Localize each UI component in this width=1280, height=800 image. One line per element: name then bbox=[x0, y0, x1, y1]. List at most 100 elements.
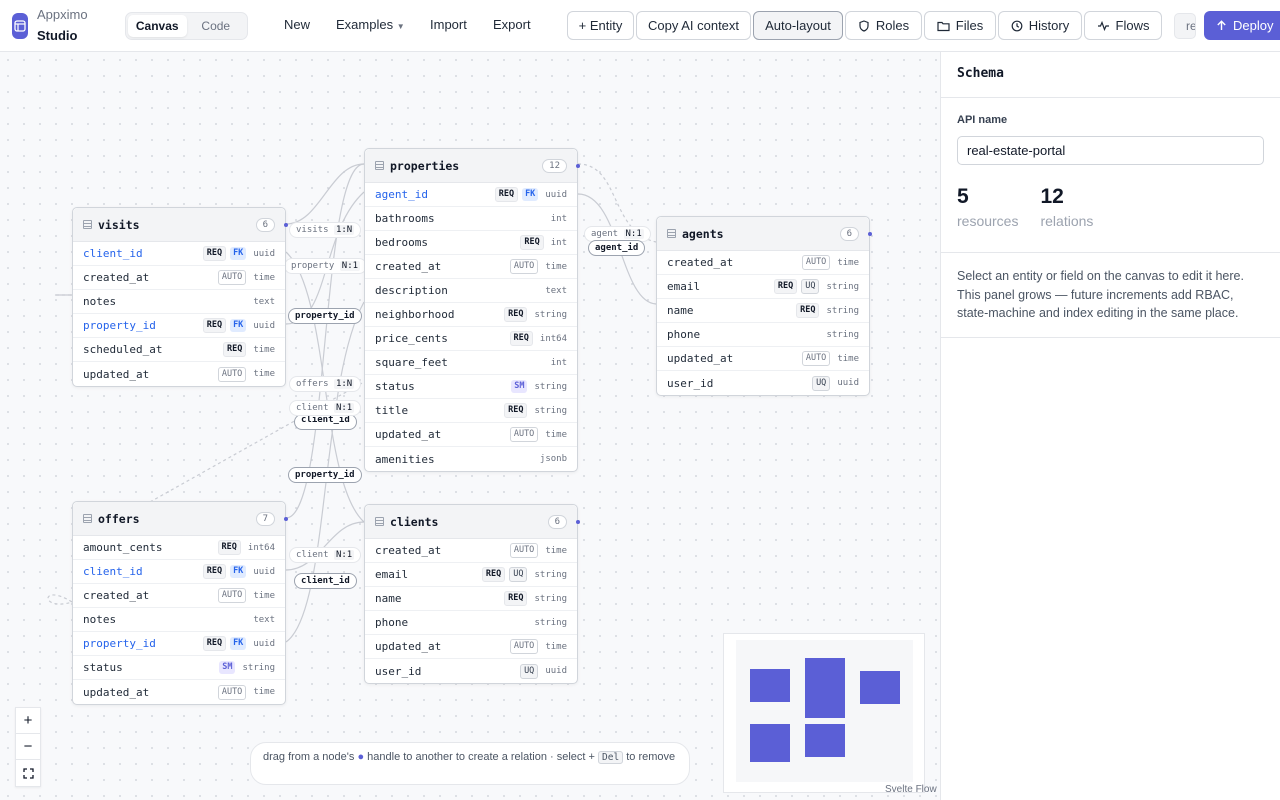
field-tag-sm: SM bbox=[511, 380, 528, 393]
entity-node-offers[interactable]: offers 7 amount_cents REQ int64 client_id RE… bbox=[72, 501, 288, 705]
field-type: int64 bbox=[247, 542, 275, 553]
code-view-button[interactable]: Code bbox=[187, 15, 246, 37]
field-row[interactable]: status SM string bbox=[365, 375, 577, 399]
field-row[interactable]: name REQ string bbox=[657, 299, 869, 323]
field-row[interactable]: phone string bbox=[657, 323, 869, 347]
api-name-input[interactable] bbox=[957, 136, 1264, 165]
field-row[interactable]: updated_at AUTO time bbox=[73, 362, 285, 386]
edge-label-client-2[interactable]: client N:1 bbox=[289, 547, 362, 563]
field-row[interactable]: client_id REQ FK uuid bbox=[73, 560, 285, 584]
entity-node-visits[interactable]: visits 6 client_id REQ FK uuid created_at AUT… bbox=[72, 207, 288, 387]
entity-header[interactable]: clients 6 bbox=[365, 505, 580, 539]
field-row[interactable]: property_id REQ FK uuid bbox=[73, 314, 285, 338]
minimap[interactable] bbox=[723, 633, 925, 793]
field-row[interactable]: price_cents REQ int64 bbox=[365, 327, 577, 351]
field-tag-auto: AUTO bbox=[801, 255, 831, 270]
fk-label-property-id-1[interactable]: property_id bbox=[288, 308, 362, 324]
zoom-out-button[interactable]: − bbox=[16, 734, 40, 760]
connection-handle[interactable] bbox=[284, 223, 288, 227]
schema-canvas[interactable]: visits 1:N property N:1 property_id offe… bbox=[0, 52, 940, 800]
field-tag-fk: FK bbox=[230, 565, 247, 578]
field-row[interactable]: square_feet int bbox=[365, 351, 577, 375]
entity-node-agents[interactable]: agents 6 created_at AUTO time email REQ UQ str… bbox=[656, 216, 872, 396]
fit-view-button[interactable] bbox=[16, 760, 40, 786]
field-row[interactable]: notes text bbox=[73, 290, 285, 314]
fk-label-client-id-2[interactable]: client_id bbox=[294, 573, 357, 589]
connection-handle[interactable] bbox=[576, 164, 580, 168]
field-row[interactable]: phone string bbox=[365, 611, 577, 635]
entity-node-clients[interactable]: clients 6 created_at AUTO time email REQ UQ st… bbox=[364, 504, 580, 684]
field-row[interactable]: status SM string bbox=[73, 656, 285, 680]
entity-header[interactable]: visits 6 bbox=[73, 208, 288, 242]
zoom-in-button[interactable]: + bbox=[16, 708, 40, 734]
fk-label-agent-id[interactable]: agent_id bbox=[588, 240, 646, 256]
field-row[interactable]: created_at AUTO time bbox=[657, 251, 869, 275]
field-row[interactable]: property_id REQ FK uuid bbox=[73, 632, 285, 656]
clock-icon bbox=[1011, 20, 1023, 31]
field-row[interactable]: amount_cents REQ int64 bbox=[73, 536, 285, 560]
field-row[interactable]: neighborhood REQ string bbox=[365, 303, 577, 327]
field-row[interactable]: email REQ UQ string bbox=[657, 275, 869, 299]
connection-handle[interactable] bbox=[284, 517, 288, 521]
field-row[interactable]: amenities jsonb bbox=[365, 447, 577, 471]
fk-label-property-id-2[interactable]: property_id bbox=[288, 467, 362, 483]
field-row[interactable]: email REQ UQ string bbox=[365, 563, 577, 587]
fk-label-client-id-1[interactable]: client_id bbox=[294, 414, 357, 430]
roles-label: Roles bbox=[875, 18, 910, 33]
entity-node-properties[interactable]: properties 12 agent_id REQ FK uuid bathrooms… bbox=[364, 148, 580, 472]
field-row[interactable]: updated_at AUTO time bbox=[365, 423, 577, 447]
copy-ai-context-button[interactable]: Copy AI context bbox=[636, 11, 751, 40]
field-row[interactable]: notes text bbox=[73, 608, 285, 632]
field-row[interactable]: user_id UQ uuid bbox=[365, 659, 577, 683]
edge-label-client-1[interactable]: client N:1 bbox=[289, 400, 362, 416]
field-row[interactable]: description text bbox=[365, 279, 577, 303]
deploy-button[interactable]: Deploy bbox=[1204, 11, 1280, 40]
field-row[interactable]: client_id REQ FK uuid bbox=[73, 242, 285, 266]
examples-menu[interactable]: Examples ▼ bbox=[336, 17, 405, 32]
field-tag-fk: FK bbox=[230, 247, 247, 260]
roles-button[interactable]: Roles bbox=[845, 11, 922, 40]
hint-suffix: to remove bbox=[626, 751, 676, 763]
field-row[interactable]: bedrooms REQ int bbox=[365, 231, 577, 255]
flows-button[interactable]: Flows bbox=[1084, 11, 1162, 40]
field-row[interactable]: agent_id REQ FK uuid bbox=[365, 183, 577, 207]
field-row[interactable]: user_id UQ uuid bbox=[657, 371, 869, 395]
entity-header[interactable]: offers 7 bbox=[73, 502, 288, 536]
field-row[interactable]: name REQ string bbox=[365, 587, 577, 611]
field-row[interactable]: updated_at AUTO time bbox=[365, 635, 577, 659]
field-row[interactable]: scheduled_at REQ time bbox=[73, 338, 285, 362]
edge-label-visits[interactable]: visits 1:N bbox=[289, 222, 362, 238]
import-menu[interactable]: Import bbox=[430, 17, 467, 32]
auto-layout-button[interactable]: Auto-layout bbox=[753, 11, 843, 40]
entity-header[interactable]: properties 12 bbox=[365, 149, 580, 183]
field-row[interactable]: updated_at AUTO time bbox=[73, 680, 285, 704]
files-button[interactable]: Files bbox=[924, 11, 996, 40]
entity-header[interactable]: agents 6 bbox=[657, 217, 872, 251]
connection-handle[interactable] bbox=[576, 520, 580, 524]
field-type: string bbox=[534, 405, 567, 416]
field-row[interactable]: title REQ string bbox=[365, 399, 577, 423]
relations-label: relations bbox=[1040, 213, 1094, 229]
canvas-view-button[interactable]: Canvas bbox=[128, 15, 187, 37]
export-menu[interactable]: Export bbox=[493, 17, 531, 32]
field-row[interactable]: created_at AUTO time bbox=[365, 539, 577, 563]
field-row[interactable]: created_at AUTO time bbox=[365, 255, 577, 279]
edge-label-offers[interactable]: offers 1:N bbox=[289, 376, 362, 392]
field-row[interactable]: created_at AUTO time bbox=[73, 266, 285, 290]
field-tag-auto: AUTO bbox=[509, 639, 539, 654]
truncated-chip[interactable]: re bbox=[1174, 13, 1196, 39]
connection-handle[interactable] bbox=[868, 232, 872, 236]
edge-label-visits-card: 1:N bbox=[333, 225, 355, 235]
field-tag-uq: UQ bbox=[520, 663, 539, 679]
edge-label-property[interactable]: property N:1 bbox=[284, 258, 368, 274]
add-entity-button[interactable]: + Entity bbox=[567, 11, 634, 40]
history-button[interactable]: History bbox=[998, 11, 1082, 40]
field-row[interactable]: bathrooms int bbox=[365, 207, 577, 231]
field-tag-req: REQ bbox=[520, 235, 544, 250]
edge-label-visits-name: visits bbox=[296, 225, 329, 235]
field-row[interactable]: updated_at AUTO time bbox=[657, 347, 869, 371]
field-row[interactable]: created_at AUTO time bbox=[73, 584, 285, 608]
panel-note: Select an entity or field on the canvas … bbox=[957, 269, 1244, 320]
attribution-link[interactable]: Svelte Flow bbox=[885, 784, 937, 795]
new-menu[interactable]: New bbox=[284, 17, 310, 32]
